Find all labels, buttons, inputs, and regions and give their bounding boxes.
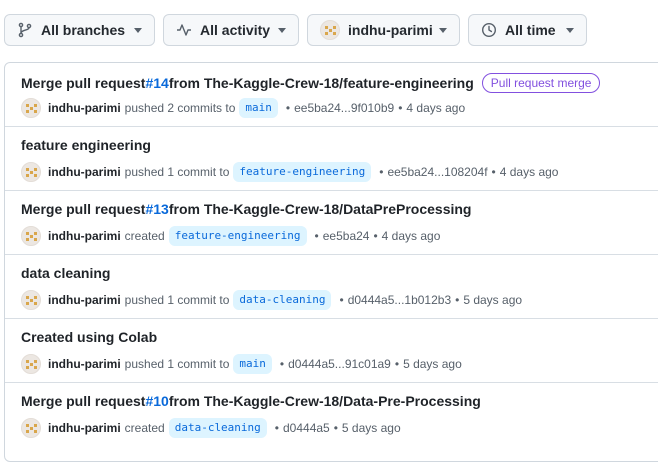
chevron-down-icon: [439, 27, 447, 33]
timestamp: 4 days ago: [381, 229, 441, 243]
chevron-down-icon: [278, 27, 286, 33]
chevron-down-icon: [134, 27, 142, 33]
commit-link[interactable]: d0444a5: [283, 421, 330, 435]
pr-link[interactable]: #10: [145, 393, 168, 409]
chevron-down-icon: [566, 27, 574, 33]
activity-item: Merge pull request #13 from The-Kaggle-C…: [5, 191, 658, 255]
avatar[interactable]: [21, 226, 41, 246]
activity-title[interactable]: data cleaning: [21, 265, 110, 281]
separator-dot: •: [455, 293, 460, 307]
activity-title[interactable]: Created using Colab: [21, 329, 157, 345]
avatar[interactable]: [21, 162, 41, 182]
activity-title[interactable]: Merge pull request #13 from The-Kaggle-C…: [21, 201, 471, 217]
activity-action: created: [124, 229, 165, 243]
user-link[interactable]: indhu-parimi: [48, 357, 121, 371]
user-link[interactable]: indhu-parimi: [48, 293, 121, 307]
branches-filter-label: All branches: [41, 22, 126, 38]
activity-meta: indhu-parimi pushed 1 commit to feature-…: [21, 161, 558, 183]
activity-filter-label: All activity: [200, 22, 271, 38]
commit-range-link[interactable]: ee5ba24...9f010b9: [294, 101, 394, 115]
user-link[interactable]: indhu-parimi: [48, 101, 121, 115]
timestamp: 5 days ago: [463, 293, 523, 307]
activity-item: Merge pull request #10 from The-Kaggle-C…: [5, 383, 658, 447]
branch-label[interactable]: main: [233, 354, 272, 374]
activity-action: pushed 1 commit to: [124, 357, 230, 371]
activity-meta: indhu-parimi created data-cleaning • d04…: [21, 417, 401, 439]
branch-label[interactable]: feature-engineering: [168, 226, 307, 246]
time-filter-label: All time: [505, 22, 556, 38]
user-link[interactable]: indhu-parimi: [48, 229, 121, 243]
timestamp: 5 days ago: [341, 421, 401, 435]
user-filter-label: indhu-parimi: [348, 22, 433, 38]
pull-request-merge-badge: Pull request merge: [481, 73, 601, 93]
activity-meta: indhu-parimi pushed 1 commit to data-cle…: [21, 289, 522, 311]
separator-dot: •: [285, 101, 291, 115]
pr-link[interactable]: #13: [145, 201, 168, 217]
branch-label[interactable]: feature-engineering: [233, 162, 372, 182]
branches-filter-button[interactable]: All branches: [4, 14, 155, 46]
branch-label[interactable]: main: [239, 98, 278, 118]
activity-action: pushed 1 commit to: [124, 165, 230, 179]
commit-range-link[interactable]: d0444a5...91c01a9: [288, 357, 391, 371]
timestamp: 4 days ago: [499, 165, 559, 179]
separator-dot: •: [333, 421, 338, 435]
git-branch-icon: [17, 22, 33, 38]
activity-title[interactable]: Merge pull request #10 from The-Kaggle-C…: [21, 393, 481, 409]
branch-label[interactable]: data-cleaning: [233, 290, 332, 310]
separator-dot: •: [274, 421, 279, 435]
activity-action: pushed 1 commit to: [124, 293, 230, 307]
activity-item: feature engineering indhu-parimi pushed …: [5, 127, 658, 191]
avatar[interactable]: [21, 418, 41, 438]
commit-link[interactable]: ee5ba24: [323, 229, 370, 243]
time-filter-button[interactable]: All time: [468, 14, 587, 46]
avatar: [320, 20, 340, 40]
separator-dot: •: [279, 357, 285, 371]
avatar[interactable]: [21, 98, 41, 118]
branch-label[interactable]: data-cleaning: [168, 418, 267, 438]
activity-item: Created using Colab indhu-parimi pushed …: [5, 319, 658, 383]
activity-filter-button[interactable]: All activity: [163, 14, 299, 46]
separator-dot: •: [339, 293, 344, 307]
activity-title[interactable]: feature engineering: [21, 137, 151, 153]
filter-bar: All branches All activity indhu-parimi A…: [0, 0, 658, 62]
avatar[interactable]: [21, 354, 41, 374]
user-link[interactable]: indhu-parimi: [48, 165, 121, 179]
commit-range-link[interactable]: d0444a5...1b012b3: [348, 293, 451, 307]
pulse-icon: [176, 22, 192, 38]
timestamp: 5 days ago: [403, 357, 462, 371]
separator-dot: •: [394, 357, 400, 371]
activity-item: data cleaning indhu-parimi pushed 1 comm…: [5, 255, 658, 319]
separator-dot: •: [373, 229, 378, 243]
separator-dot: •: [491, 165, 496, 179]
pr-link[interactable]: #14: [145, 75, 168, 91]
separator-dot: •: [398, 101, 403, 115]
activity-action: created: [124, 421, 165, 435]
activity-meta: indhu-parimi pushed 1 commit to main • d…: [21, 353, 462, 375]
user-link[interactable]: indhu-parimi: [48, 421, 121, 435]
separator-dot: •: [314, 229, 319, 243]
user-filter-button[interactable]: indhu-parimi: [307, 14, 460, 46]
separator-dot: •: [379, 165, 384, 179]
activity-list: Merge pull request #14 from The-Kaggle-C…: [4, 62, 658, 462]
timestamp: 4 days ago: [406, 101, 466, 115]
activity-title[interactable]: Merge pull request #14 from The-Kaggle-C…: [21, 73, 601, 93]
activity-item: Merge pull request #14 from The-Kaggle-C…: [5, 63, 658, 127]
activity-meta: indhu-parimi pushed 2 commits to main • …: [21, 97, 465, 119]
activity-action: pushed 2 commits to: [124, 101, 236, 115]
commit-range-link[interactable]: ee5ba24...108204f: [387, 165, 487, 179]
activity-meta: indhu-parimi created feature-engineering…: [21, 225, 440, 247]
clock-icon: [481, 22, 497, 38]
avatar[interactable]: [21, 290, 41, 310]
